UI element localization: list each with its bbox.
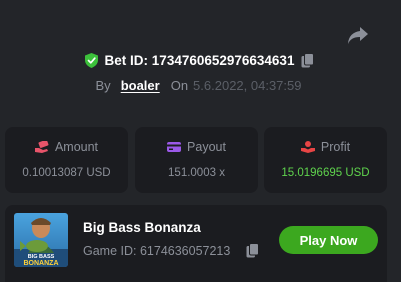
game-thumbnail[interactable]: BIG BASS BONANZA bbox=[14, 213, 68, 267]
bet-id-row: Bet ID: 173476065297663463​1 bbox=[0, 49, 401, 71]
play-now-button[interactable]: Play Now bbox=[279, 226, 378, 254]
verified-shield-icon bbox=[84, 52, 98, 68]
amount-value: 0.10013087 USD bbox=[22, 167, 111, 179]
profit-value: 15.0196695 USD bbox=[281, 167, 370, 179]
card-icon bbox=[167, 142, 182, 152]
payout-card: Payout 151.0003 x bbox=[135, 127, 258, 193]
username-link[interactable]: boaler bbox=[121, 78, 160, 93]
amount-label-row: Amount bbox=[34, 139, 99, 155]
game-title[interactable]: Big Bass Bonanza bbox=[83, 220, 201, 235]
bet-stats: Amount 0.10013087 USD Payout 151.0003 x bbox=[5, 127, 389, 193]
share-icon[interactable] bbox=[346, 24, 370, 46]
by-label: By bbox=[95, 77, 111, 93]
profit-hand-icon bbox=[300, 141, 315, 153]
game-id-row: Game ID: 6174636057213 bbox=[83, 243, 260, 258]
amount-label: Amount bbox=[54, 140, 99, 154]
bet-details-panel: Bet ID: 173476065297663463​1 By boaler O… bbox=[0, 0, 401, 282]
profit-label: Profit bbox=[320, 140, 351, 154]
game-thumbnail-art: BIG BASS BONANZA bbox=[14, 213, 68, 267]
payout-value: 151.0003 x bbox=[168, 167, 225, 179]
payout-label: Payout bbox=[187, 140, 226, 154]
bet-id-text: Bet ID: 173476065297663463​1 bbox=[104, 52, 295, 68]
payout-label-row: Payout bbox=[167, 139, 226, 155]
game-id-text: Game ID: 6174636057213 bbox=[83, 243, 231, 258]
profit-card: Profit 15.0196695 USD bbox=[264, 127, 387, 193]
bet-date: 5.6.2022, 04:37:59 bbox=[193, 77, 302, 93]
thumb-title-bottom: BONANZA bbox=[24, 260, 59, 267]
on-label: On bbox=[170, 77, 189, 93]
money-hand-icon bbox=[34, 141, 49, 153]
profit-label-row: Profit bbox=[300, 139, 351, 155]
copy-bet-id-icon[interactable] bbox=[301, 52, 315, 68]
bet-author-row: By boaler On 5.6.2022, 04:37:59 bbox=[0, 75, 401, 95]
amount-card: Amount 0.10013087 USD bbox=[5, 127, 128, 193]
game-card: BIG BASS BONANZA Big Bass Bonanza Game I… bbox=[5, 205, 387, 282]
copy-game-id-icon[interactable] bbox=[246, 243, 260, 258]
